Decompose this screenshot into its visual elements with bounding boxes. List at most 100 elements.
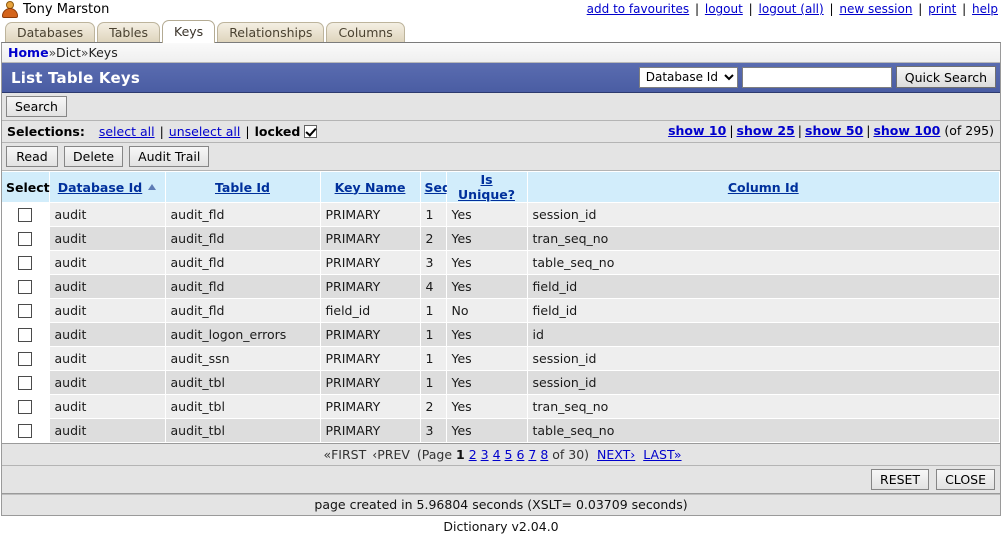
column-header-select: Select	[2, 171, 50, 203]
row-select-cell[interactable]	[2, 418, 50, 443]
column-header-column-id[interactable]: Column Id	[527, 171, 1000, 203]
cell-database-id: audit	[49, 370, 166, 395]
table-row[interactable]: audit audit_tbl PRIMARY 2 Yes tran_seq_n…	[2, 394, 1000, 419]
column-header-is-unique[interactable]: Is Unique?	[446, 171, 528, 203]
row-checkbox[interactable]	[18, 352, 33, 367]
selections-separator: |	[159, 124, 164, 139]
row-checkbox[interactable]	[18, 208, 33, 223]
sort-link-key-name[interactable]: Key Name	[335, 180, 406, 195]
tab-keys[interactable]: Keys	[162, 20, 216, 43]
pager-page-7[interactable]: 7	[528, 447, 536, 462]
pager-page-3[interactable]: 3	[481, 447, 489, 462]
link-help[interactable]: help	[972, 2, 998, 16]
tab-databases[interactable]: Databases	[5, 22, 96, 43]
row-checkbox[interactable]	[18, 304, 33, 319]
pager-next[interactable]: NEXT›	[597, 447, 635, 462]
pager-page-8[interactable]: 8	[540, 447, 548, 462]
table-row[interactable]: audit audit_fld PRIMARY 1 Yes session_id	[2, 202, 1000, 227]
show-100-link[interactable]: show 100	[873, 123, 940, 138]
row-select-cell[interactable]	[2, 394, 50, 419]
table-row[interactable]: audit audit_fld PRIMARY 4 Yes field_id	[2, 274, 1000, 299]
tab-tables[interactable]: Tables	[97, 22, 160, 43]
row-select-cell[interactable]	[2, 226, 50, 251]
sort-link-is-unique[interactable]: Is Unique?	[458, 172, 515, 202]
cell-is-unique: Yes	[446, 418, 528, 443]
search-button[interactable]: Search	[6, 96, 67, 117]
row-select-cell[interactable]	[2, 250, 50, 275]
cell-key-name: field_id	[320, 298, 421, 323]
table-row[interactable]: audit audit_fld PRIMARY 3 Yes table_seq_…	[2, 250, 1000, 275]
total-count: (of 295)	[944, 123, 994, 138]
pager-page-6[interactable]: 6	[516, 447, 524, 462]
cell-is-unique: Yes	[446, 202, 528, 227]
cell-seq: 1	[420, 346, 447, 371]
quick-search-button[interactable]: Quick Search	[895, 66, 996, 88]
row-checkbox[interactable]	[18, 328, 33, 343]
link-logout-all[interactable]: logout (all)	[759, 2, 824, 16]
table-row[interactable]: audit audit_tbl PRIMARY 3 Yes table_seq_…	[2, 418, 1000, 443]
cell-is-unique: Yes	[446, 250, 528, 275]
row-checkbox[interactable]	[18, 232, 33, 247]
table-row[interactable]: audit audit_ssn PRIMARY 1 Yes session_id	[2, 346, 1000, 371]
column-header-key-name[interactable]: Key Name	[320, 171, 421, 203]
sort-link-database-id[interactable]: Database Id	[58, 180, 142, 195]
row-select-cell[interactable]	[2, 370, 50, 395]
read-button[interactable]: Read	[6, 146, 58, 167]
cell-database-id: audit	[49, 226, 166, 251]
table-row[interactable]: audit audit_tbl PRIMARY 1 Yes session_id	[2, 370, 1000, 395]
unselect-all-link[interactable]: unselect all	[169, 124, 241, 139]
column-header-seq[interactable]: Seq	[420, 171, 451, 203]
audit-trail-button[interactable]: Audit Trail	[129, 146, 210, 167]
column-header-table-id[interactable]: Table Id	[165, 171, 321, 203]
breadcrumb-home[interactable]: Home	[8, 45, 49, 60]
row-checkbox[interactable]	[18, 400, 33, 415]
row-checkbox[interactable]	[18, 280, 33, 295]
pager-page-5[interactable]: 5	[505, 447, 513, 462]
row-select-cell[interactable]	[2, 274, 50, 299]
table-row[interactable]: audit audit_fld PRIMARY 2 Yes tran_seq_n…	[2, 226, 1000, 251]
pager-page-2[interactable]: 2	[469, 447, 477, 462]
link-new-session[interactable]: new session	[839, 2, 912, 16]
show-50-link[interactable]: show 50	[805, 123, 863, 138]
link-add-to-favourites[interactable]: add to favourites	[587, 2, 690, 16]
tab-relationships[interactable]: Relationships	[217, 22, 325, 43]
locked-checkbox[interactable]	[304, 125, 318, 138]
sort-link-table-id[interactable]: Table Id	[215, 180, 270, 195]
table-row[interactable]: audit audit_logon_errors PRIMARY 1 Yes i…	[2, 322, 1000, 347]
cell-key-name: PRIMARY	[320, 250, 421, 275]
delete-button[interactable]: Delete	[64, 146, 124, 167]
row-select-cell[interactable]	[2, 298, 50, 323]
row-select-cell[interactable]	[2, 202, 50, 227]
show-links-separator: |	[797, 123, 802, 138]
sort-ascending-icon	[148, 183, 157, 190]
select-all-link[interactable]: select all	[99, 124, 155, 139]
row-checkbox[interactable]	[18, 424, 33, 439]
cell-is-unique: Yes	[446, 346, 528, 371]
quick-search-input[interactable]	[741, 66, 892, 88]
cell-is-unique: Yes	[446, 322, 528, 347]
close-button[interactable]: CLOSE	[936, 469, 995, 490]
pager-last[interactable]: LAST»	[643, 447, 681, 462]
cell-table-id: audit_fld	[165, 250, 321, 275]
cell-table-id: audit_fld	[165, 226, 321, 251]
show-25-link[interactable]: show 25	[737, 123, 795, 138]
row-checkbox[interactable]	[18, 256, 33, 271]
reset-button[interactable]: RESET	[871, 469, 930, 490]
column-header-database-id[interactable]: Database Id	[49, 171, 166, 203]
link-print[interactable]: print	[928, 2, 956, 16]
pager-page-open: (Page	[416, 447, 453, 462]
row-select-cell[interactable]	[2, 346, 50, 371]
selections-label: Selections:	[7, 124, 85, 139]
pager-page-4[interactable]: 4	[493, 447, 501, 462]
link-logout[interactable]: logout	[705, 2, 743, 16]
cell-key-name: PRIMARY	[320, 322, 421, 347]
quick-search-field-select[interactable]: Database Id	[638, 66, 738, 88]
table-row[interactable]: audit audit_fld field_id 1 No field_id	[2, 298, 1000, 323]
show-10-link[interactable]: show 10	[668, 123, 726, 138]
row-select-cell[interactable]	[2, 322, 50, 347]
row-checkbox[interactable]	[18, 376, 33, 391]
tab-columns[interactable]: Columns	[326, 22, 405, 43]
sort-link-column-id[interactable]: Column Id	[728, 180, 799, 195]
cell-column-id: session_id	[527, 202, 1000, 227]
cell-table-id: audit_tbl	[165, 370, 321, 395]
